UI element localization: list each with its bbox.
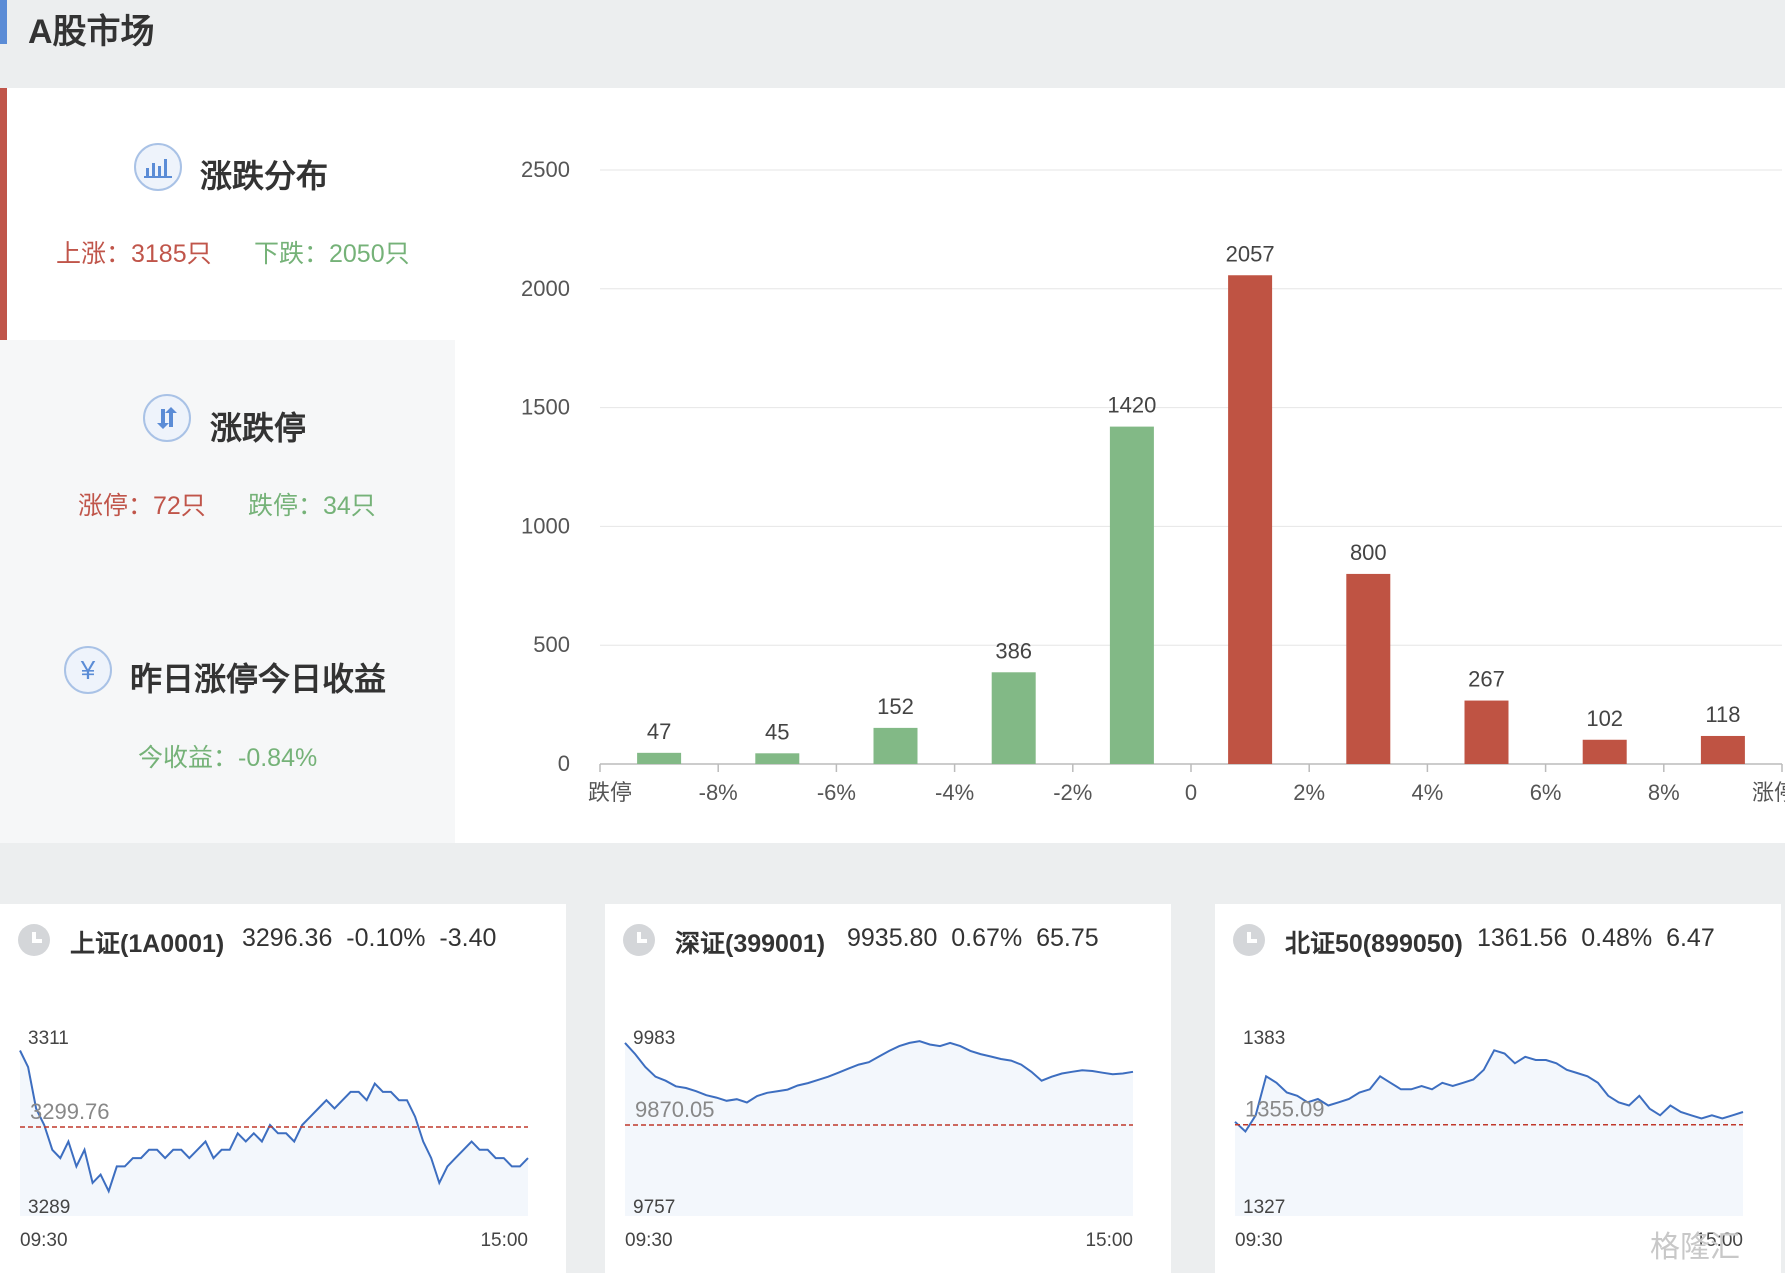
x-tick-label: 4% bbox=[1412, 780, 1444, 805]
y-ref-label: 9870.05 bbox=[635, 1097, 715, 1122]
bar-value-label: 152 bbox=[877, 694, 914, 719]
intraday-chart: 9983 9870.05 9757 09:30 15:00 bbox=[624, 1028, 1134, 1251]
up-count: 上涨：3185只 bbox=[56, 240, 212, 268]
area-fill bbox=[1235, 1050, 1743, 1216]
y-max-label: 1383 bbox=[1243, 1028, 1285, 1049]
market-overview-panel: 涨跌分布 上涨：3185只 下跌：2050只 涨跌停 涨停：72只 跌停：34只… bbox=[0, 88, 1785, 843]
bar bbox=[873, 727, 918, 764]
active-indicator bbox=[0, 88, 7, 340]
bar-value-label: 118 bbox=[1705, 702, 1740, 727]
bar-value-label: 102 bbox=[1586, 706, 1623, 731]
y-tick-label: 2500 bbox=[521, 157, 570, 182]
bar-chart-icon bbox=[134, 143, 182, 191]
x-tick-label: -6% bbox=[817, 780, 856, 805]
bar bbox=[1109, 426, 1154, 764]
y-min-label: 9757 bbox=[633, 1197, 675, 1218]
bar-value-label: 267 bbox=[1468, 667, 1505, 692]
y-ref-label: 1355.09 bbox=[1245, 1097, 1325, 1122]
x-tick-label: -4% bbox=[935, 780, 974, 805]
area-fill bbox=[625, 1041, 1133, 1216]
bar-chart-svg: 0 500 1000 1500 2000 2500 跌停 -8% -6% -4% -2% 0 2% 4% 6… bbox=[521, 157, 1785, 805]
distribution-chart: 0 500 1000 1500 2000 2500 跌停 -8% -6% -4% -2% 0 2% 4% 6… bbox=[470, 88, 1785, 843]
bar-value-label: 800 bbox=[1350, 540, 1387, 565]
y-max-label: 3311 bbox=[28, 1028, 69, 1049]
y-tick-label: 500 bbox=[533, 632, 570, 657]
y-min-label: 3289 bbox=[28, 1197, 70, 1218]
y-tick-label: 1000 bbox=[521, 513, 570, 538]
x-tick-label: 跌停 bbox=[588, 780, 632, 805]
index-card-shenzhen[interactable]: 深证(399001) 9935.80 0.67% 65.75 9983 9870.… bbox=[605, 904, 1171, 1273]
index-card-beijing[interactable]: 北证50(899050) 1361.56 0.48% 6.47 1383 1355… bbox=[1215, 904, 1781, 1273]
bar bbox=[1464, 700, 1509, 764]
section-header: A股市场 bbox=[0, 0, 1785, 88]
watermark-logo: 格隆汇 bbox=[1650, 1231, 1740, 1264]
y-tick-label: 2000 bbox=[521, 276, 570, 301]
bar bbox=[1346, 573, 1391, 764]
header-accent-bar bbox=[0, 0, 7, 44]
summary-column: 涨跌分布 上涨：3185只 下跌：2050只 涨跌停 涨停：72只 跌停：34只… bbox=[0, 88, 455, 843]
bar-value-label: 45 bbox=[765, 719, 789, 744]
bar bbox=[1700, 735, 1745, 764]
y-min-label: 1327 bbox=[1243, 1197, 1285, 1218]
bar bbox=[637, 752, 682, 764]
x-start-label: 09:30 bbox=[625, 1230, 673, 1251]
y-tick-label: 1500 bbox=[521, 395, 570, 420]
bar-value-label: 1420 bbox=[1107, 393, 1156, 418]
yesterday-return: 今收益：-0.84% bbox=[138, 744, 318, 772]
x-tick-label: 2% bbox=[1293, 780, 1325, 805]
y-max-label: 9983 bbox=[633, 1028, 675, 1049]
x-tick-label: 0 bbox=[1185, 780, 1197, 805]
x-tick-label: -2% bbox=[1053, 780, 1092, 805]
page-title: A股市场 bbox=[28, 13, 155, 51]
up-down-arrows-icon bbox=[143, 394, 191, 442]
x-end-label: 15:00 bbox=[480, 1230, 528, 1251]
distribution-title: 涨跌分布 bbox=[200, 158, 329, 194]
x-tick-label: 6% bbox=[1530, 780, 1562, 805]
bar bbox=[755, 753, 800, 764]
bar-value-label: 47 bbox=[647, 719, 671, 744]
yesterday-title: 昨日涨停今日收益 bbox=[130, 661, 387, 697]
bar bbox=[991, 672, 1036, 764]
limit-down-count: 跌停：34只 bbox=[248, 492, 376, 520]
yen-icon: ¥ bbox=[64, 646, 112, 694]
limits-title: 涨跌停 bbox=[210, 410, 307, 446]
x-tick-label: 涨停 bbox=[1752, 780, 1785, 805]
x-tick-label: -8% bbox=[699, 780, 738, 805]
distribution-section[interactable]: 涨跌分布 上涨：3185只 下跌：2050只 bbox=[0, 88, 455, 340]
intraday-chart: 3311 3299.76 3289 09:30 15:00 bbox=[19, 1028, 529, 1251]
area-fill bbox=[20, 1050, 528, 1216]
y-ref-label: 3299.76 bbox=[30, 1099, 110, 1124]
bar-value-label: 2057 bbox=[1226, 241, 1275, 266]
bar-value-label: 386 bbox=[995, 638, 1032, 663]
limit-up-count: 涨停：72只 bbox=[78, 492, 206, 520]
x-tick-label: 8% bbox=[1648, 780, 1680, 805]
bar bbox=[1228, 275, 1273, 764]
x-start-label: 09:30 bbox=[1235, 1230, 1283, 1251]
bar bbox=[1582, 739, 1627, 764]
x-end-label: 15:00 bbox=[1085, 1230, 1133, 1251]
intraday-chart: 13831355.09132709:30 15:00 bbox=[1234, 1028, 1744, 1251]
secondary-sections: 涨跌停 涨停：72只 跌停：34只 ¥ 昨日涨停今日收益 今收益：-0.84% bbox=[0, 340, 455, 843]
down-count: 下跌：2050只 bbox=[254, 240, 410, 268]
y-tick-label: 0 bbox=[558, 751, 570, 776]
index-card-shanghai[interactable]: 上证(1A0001) 3296.36 -0.10% -3.40 3311 3299… bbox=[0, 904, 566, 1273]
x-start-label: 09:30 bbox=[20, 1230, 68, 1251]
